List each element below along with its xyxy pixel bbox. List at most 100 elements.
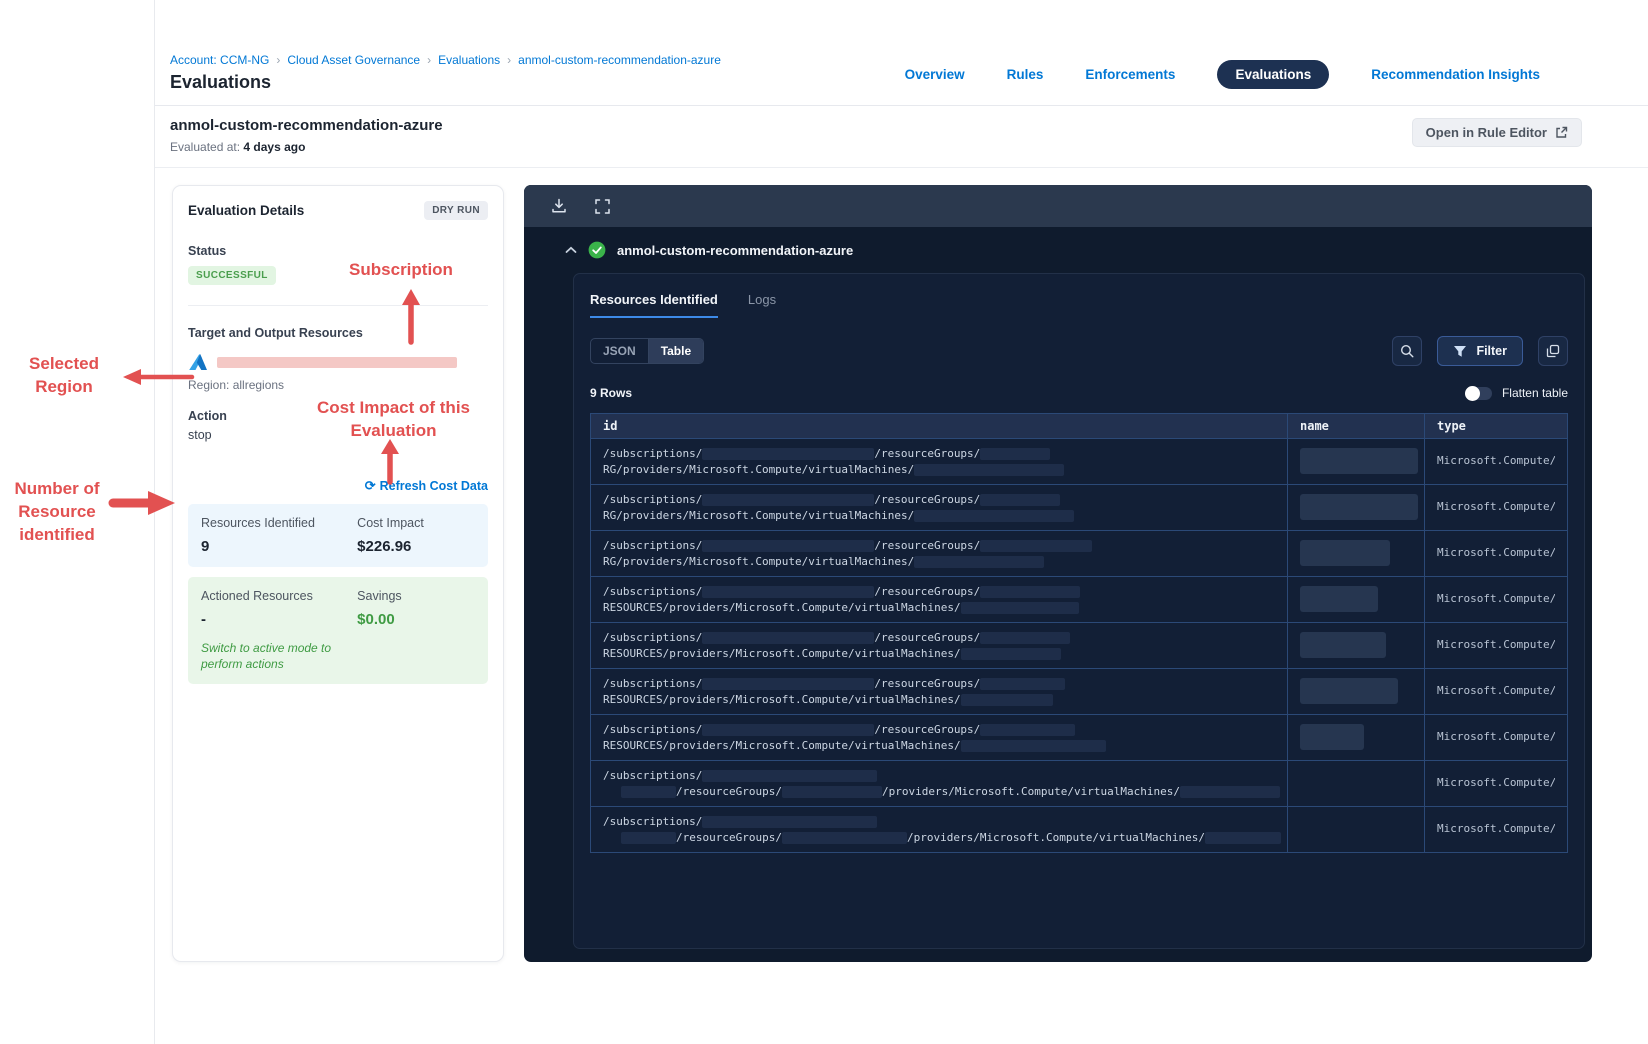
page-title: Evaluations (170, 72, 272, 92)
type-value: Microsoft.Compute/virtu (1437, 776, 1555, 789)
nav-tab-evaluations[interactable]: Evaluations (1217, 60, 1330, 89)
path-text: RESOURCES/providers/Microsoft.Compute/vi… (603, 647, 961, 660)
search-button[interactable] (1392, 336, 1423, 366)
flatten-table-toggle[interactable] (1464, 385, 1492, 401)
breadcrumb-link-anmol-custom-recommendation-azure[interactable]: anmol-custom-recommendation-azure (518, 53, 721, 67)
path-text: /resourceGroups/ (874, 631, 981, 644)
type-value: Microsoft.Compute/virtu (1437, 546, 1555, 559)
nav-tab-overview[interactable]: Overview (905, 67, 965, 82)
name-cell (1287, 807, 1424, 852)
tab-resources-identified[interactable]: Resources Identified (590, 292, 718, 318)
status-badge: SUCCESSFUL (188, 266, 276, 285)
header-divider (155, 105, 1648, 106)
breadcrumb-link-evaluations[interactable]: Evaluations (438, 53, 500, 67)
actioned-resources-value: - (201, 611, 206, 628)
type-cell: Microsoft.Compute/virtu (1424, 531, 1567, 576)
open-rule-editor-button[interactable]: Open in Rule Editor (1411, 118, 1582, 147)
redacted-name (1300, 632, 1386, 658)
name-cell (1287, 485, 1424, 530)
path-text: /subscriptions/ (603, 585, 703, 598)
redacted-value (702, 723, 875, 736)
identified-stats-box: Resources Identified Cost Impact 9 $226.… (188, 504, 488, 567)
id-cell-line: /subscriptions/ (603, 814, 1275, 829)
actioned-stats-box: Actioned Resources Savings - $0.00 Switc… (188, 577, 488, 684)
breadcrumb-link-cloud-asset-governance[interactable]: Cloud Asset Governance (287, 53, 420, 67)
type-value: Microsoft.Compute/virtu (1437, 822, 1555, 835)
refresh-cost-data-link[interactable]: ⟳ Refresh Cost Data (188, 478, 488, 494)
redacted-value (702, 447, 875, 460)
path-text: /subscriptions/ (603, 723, 703, 736)
type-value: Microsoft.Compute/virtu (1437, 500, 1555, 513)
nav-tab-recommendation-insights[interactable]: Recommendation Insights (1371, 67, 1540, 82)
status-label: Status (188, 244, 227, 258)
fullscreen-icon[interactable] (594, 198, 611, 215)
redacted-value (960, 601, 1079, 614)
collapse-chevron-icon[interactable] (565, 246, 577, 254)
search-icon (1400, 344, 1414, 358)
id-cell-line: RG/providers/Microsoft.Compute/virtualMa… (603, 508, 1275, 523)
id-cell: /subscriptions/ /resourceGroups/RESOURCES… (591, 715, 1287, 760)
nav-tab-enforcements[interactable]: Enforcements (1085, 67, 1175, 82)
id-cell-line: /subscriptions/ (603, 768, 1275, 783)
refresh-icon: ⟳ (364, 478, 376, 493)
id-cell-line: RESOURCES/providers/Microsoft.Compute/vi… (603, 646, 1275, 661)
table-row[interactable]: /subscriptions/ /resourceGroups/RESOURCES… (591, 714, 1567, 760)
redacted-name (1300, 586, 1378, 612)
copy-button[interactable] (1538, 336, 1568, 366)
redacted-value (702, 769, 878, 782)
table-row[interactable]: /subscriptions/ /resourceGroups/RG/provid… (591, 530, 1567, 576)
evaluation-name-title: anmol-custom-recommendation-azure (170, 117, 443, 134)
top-nav: Overview Rules Enforcements Evaluations Reco… (905, 60, 1540, 89)
annotation-arrow-resource-count (108, 491, 175, 515)
results-toolbar (524, 185, 1592, 227)
result-tabs: Resources Identified Logs (590, 292, 1568, 318)
table-row[interactable]: /subscriptions/ /resourceGroups/RESOURCES… (591, 576, 1567, 622)
redacted-name (1300, 678, 1398, 704)
redacted-value (980, 631, 1071, 644)
annotation-arrow-selected-region (123, 369, 195, 385)
view-toggle-json[interactable]: JSON (591, 339, 648, 363)
redacted-value (621, 785, 676, 798)
breadcrumb-link-account-ccm-ng[interactable]: Account: CCM-NG (170, 53, 269, 67)
name-cell (1287, 715, 1424, 760)
type-cell: Microsoft.Compute/virtu (1424, 761, 1567, 806)
id-cell: /subscriptions/ /resourceGroups/RG/provid… (591, 485, 1287, 530)
savings-label: Savings (357, 589, 402, 603)
name-cell (1287, 531, 1424, 576)
path-text: RESOURCES/providers/Microsoft.Compute/vi… (603, 601, 961, 614)
tab-logs[interactable]: Logs (748, 292, 776, 318)
nav-tab-rules[interactable]: Rules (1007, 67, 1044, 82)
name-cell (1287, 669, 1424, 714)
target-resources-label: Target and Output Resources (188, 326, 363, 340)
subheader-divider (155, 167, 1648, 168)
filter-button[interactable]: Filter (1437, 336, 1523, 366)
path-text: RESOURCES/providers/Microsoft.Compute/vi… (603, 739, 961, 752)
filter-funnel-icon (1453, 345, 1467, 358)
redacted-value (960, 739, 1106, 752)
cost-impact-value: $226.96 (357, 538, 412, 555)
table-row[interactable]: /subscriptions/ /resourceGroups/ /provider… (591, 760, 1567, 806)
redacted-name (1300, 724, 1364, 750)
redacted-value (702, 585, 875, 598)
id-cell-line: RESOURCES/providers/Microsoft.Compute/vi… (603, 600, 1275, 615)
view-toggle-table[interactable]: Table (647, 339, 704, 363)
path-text: /resourceGroups/ (676, 785, 782, 798)
external-link-icon (1555, 126, 1568, 139)
id-cell: /subscriptions/ /resourceGroups/ /provider… (591, 761, 1287, 806)
type-value: Microsoft.Compute/virtu (1437, 592, 1555, 605)
rows-count: 9 Rows (590, 386, 633, 400)
path-text: RG/providers/Microsoft.Compute/virtualMa… (603, 463, 915, 476)
table-row[interactable]: /subscriptions/ /resourceGroups/ /provider… (591, 806, 1567, 852)
active-mode-note: Switch to active mode to perform actions (201, 641, 332, 671)
column-header-id: id (603, 419, 618, 433)
download-icon[interactable] (550, 198, 567, 215)
table-row[interactable]: /subscriptions/ /resourceGroups/RG/provid… (591, 438, 1567, 484)
table-row[interactable]: /subscriptions/ /resourceGroups/RESOURCES… (591, 668, 1567, 714)
path-text: /resourceGroups/ (874, 585, 981, 598)
results-panel: anmol-custom-recommendation-azure Resour… (524, 185, 1592, 962)
table-row[interactable]: /subscriptions/ /resourceGroups/RESOURCES… (591, 622, 1567, 668)
table-row[interactable]: /subscriptions/ /resourceGroups/RG/provid… (591, 484, 1567, 530)
path-text: RESOURCES/providers/Microsoft.Compute/vi… (603, 693, 961, 706)
type-value: Microsoft.Compute/virtu (1437, 684, 1555, 697)
